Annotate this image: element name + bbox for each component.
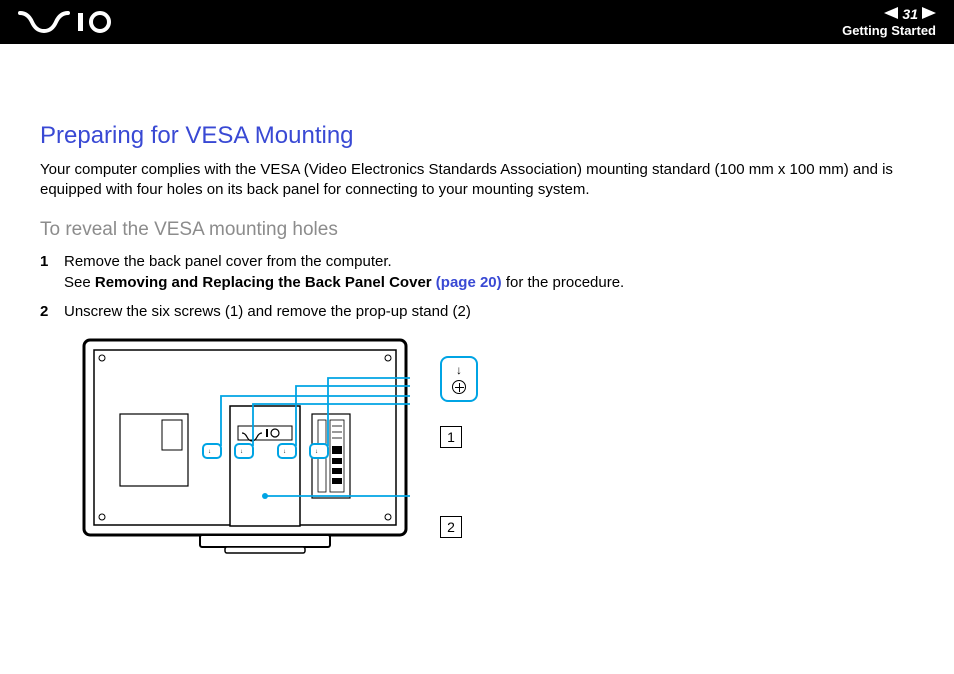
svg-text:↓: ↓ xyxy=(315,449,318,455)
section-label: Getting Started xyxy=(842,23,936,38)
step-1-line2-prefix: See xyxy=(64,274,95,291)
arrow-down-icon: ↓ xyxy=(456,364,462,376)
screw-icon xyxy=(452,380,466,394)
page-content: Preparing for VESA Mounting Your compute… xyxy=(0,44,954,556)
step-1-bold: Removing and Replacing the Back Panel Co… xyxy=(95,274,436,291)
step-2: Unscrew the six screws (1) and remove th… xyxy=(40,301,914,322)
svg-text:↓: ↓ xyxy=(208,449,211,455)
svg-text:↓: ↓ xyxy=(240,449,243,455)
prev-page-arrow-icon[interactable] xyxy=(884,7,898,22)
steps-list: Remove the back panel cover from the com… xyxy=(40,251,914,322)
step-1-line1: Remove the back panel cover from the com… xyxy=(64,253,392,270)
header-bar: 31 Getting Started xyxy=(0,0,954,44)
next-page-arrow-icon[interactable] xyxy=(922,7,936,22)
header-nav-area: 31 Getting Started xyxy=(842,6,936,38)
callout-number-1: 1 xyxy=(440,426,462,448)
subtitle: To reveal the VESA mounting holes xyxy=(40,219,914,241)
diagram-monitor-back: ↓ ↓ ↓ ↓ xyxy=(80,336,410,556)
svg-text:↓: ↓ xyxy=(283,449,286,455)
screw-callout-bubble: ↓ xyxy=(440,356,478,402)
step-2-line1: Unscrew the six screws (1) and remove th… xyxy=(64,303,471,320)
intro-paragraph: Your computer complies with the VESA (Vi… xyxy=(40,160,914,201)
vaio-logo xyxy=(18,11,118,33)
step-1-suffix: for the procedure. xyxy=(502,274,625,291)
step-1-link[interactable]: (page 20) xyxy=(436,274,502,291)
callout-number-2: 2 xyxy=(440,516,462,538)
page-number: 31 xyxy=(902,6,918,22)
step-1: Remove the back panel cover from the com… xyxy=(40,251,914,293)
figure-area: ↓ ↓ ↓ ↓ ↓ 1 xyxy=(80,336,914,556)
page-title: Preparing for VESA Mounting xyxy=(40,122,914,150)
callouts-column: ↓ 1 2 xyxy=(440,356,478,538)
